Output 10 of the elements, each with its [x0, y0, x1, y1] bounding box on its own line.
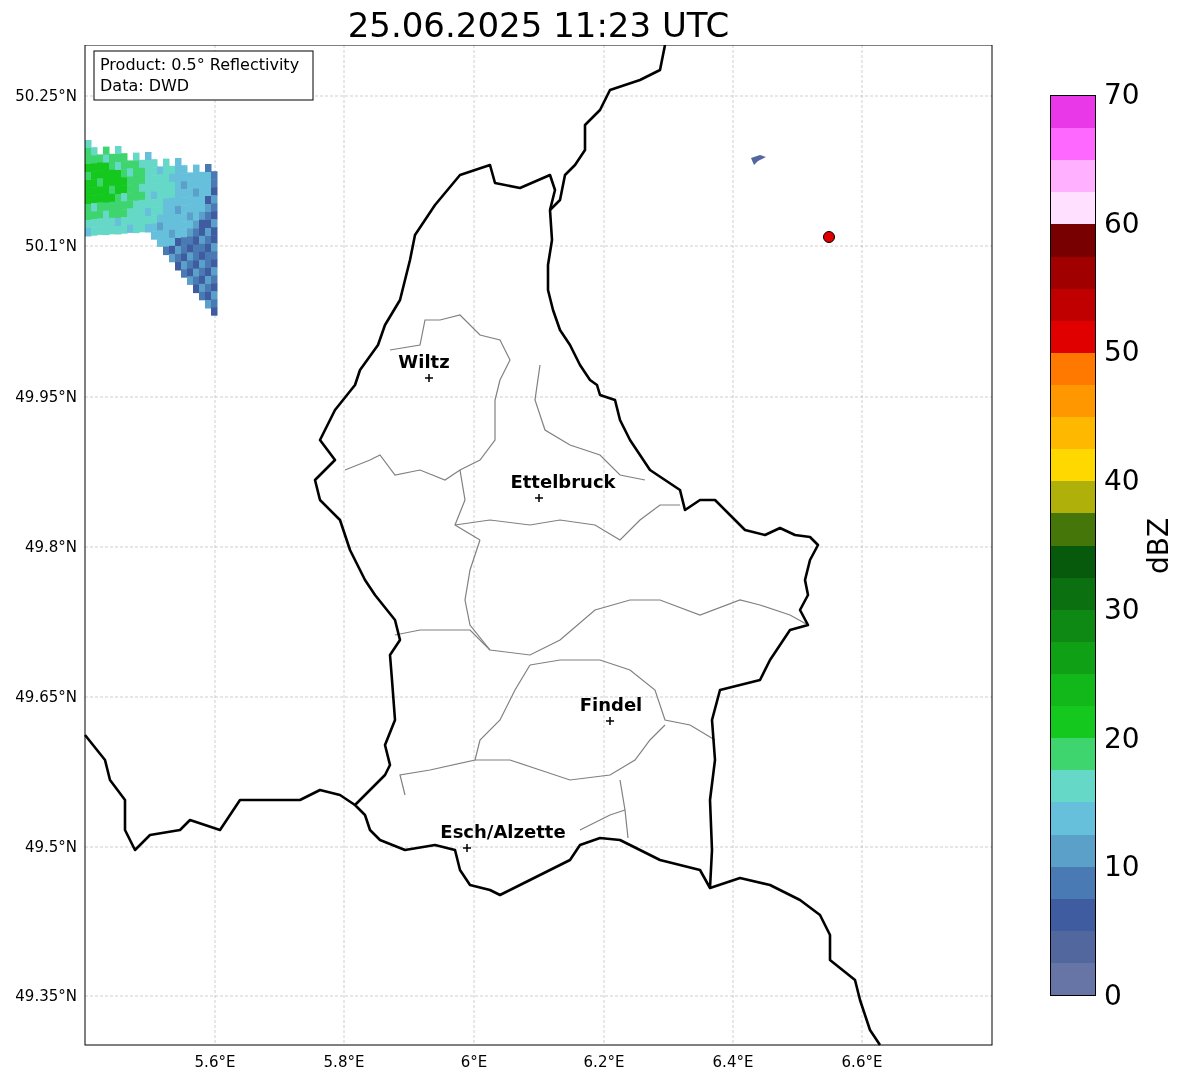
colorbar-tick-label: 0: [1104, 979, 1123, 1012]
colorbar-tick-label: 50: [1104, 336, 1140, 369]
colorbar-tick-label: 30: [1104, 593, 1140, 626]
colorbar-label: dBZ: [1142, 517, 1175, 574]
colorbar-tick-label: 10: [1104, 851, 1140, 884]
colorbar-tick-label: 70: [1104, 79, 1140, 111]
colorbar-tick-label: 40: [1104, 465, 1140, 498]
chart-title: 25.06.2025 11:23 UTC: [347, 5, 730, 45]
colorbar-tick-label: 20: [1104, 722, 1140, 755]
colorbar-tick-label: 60: [1104, 207, 1140, 240]
